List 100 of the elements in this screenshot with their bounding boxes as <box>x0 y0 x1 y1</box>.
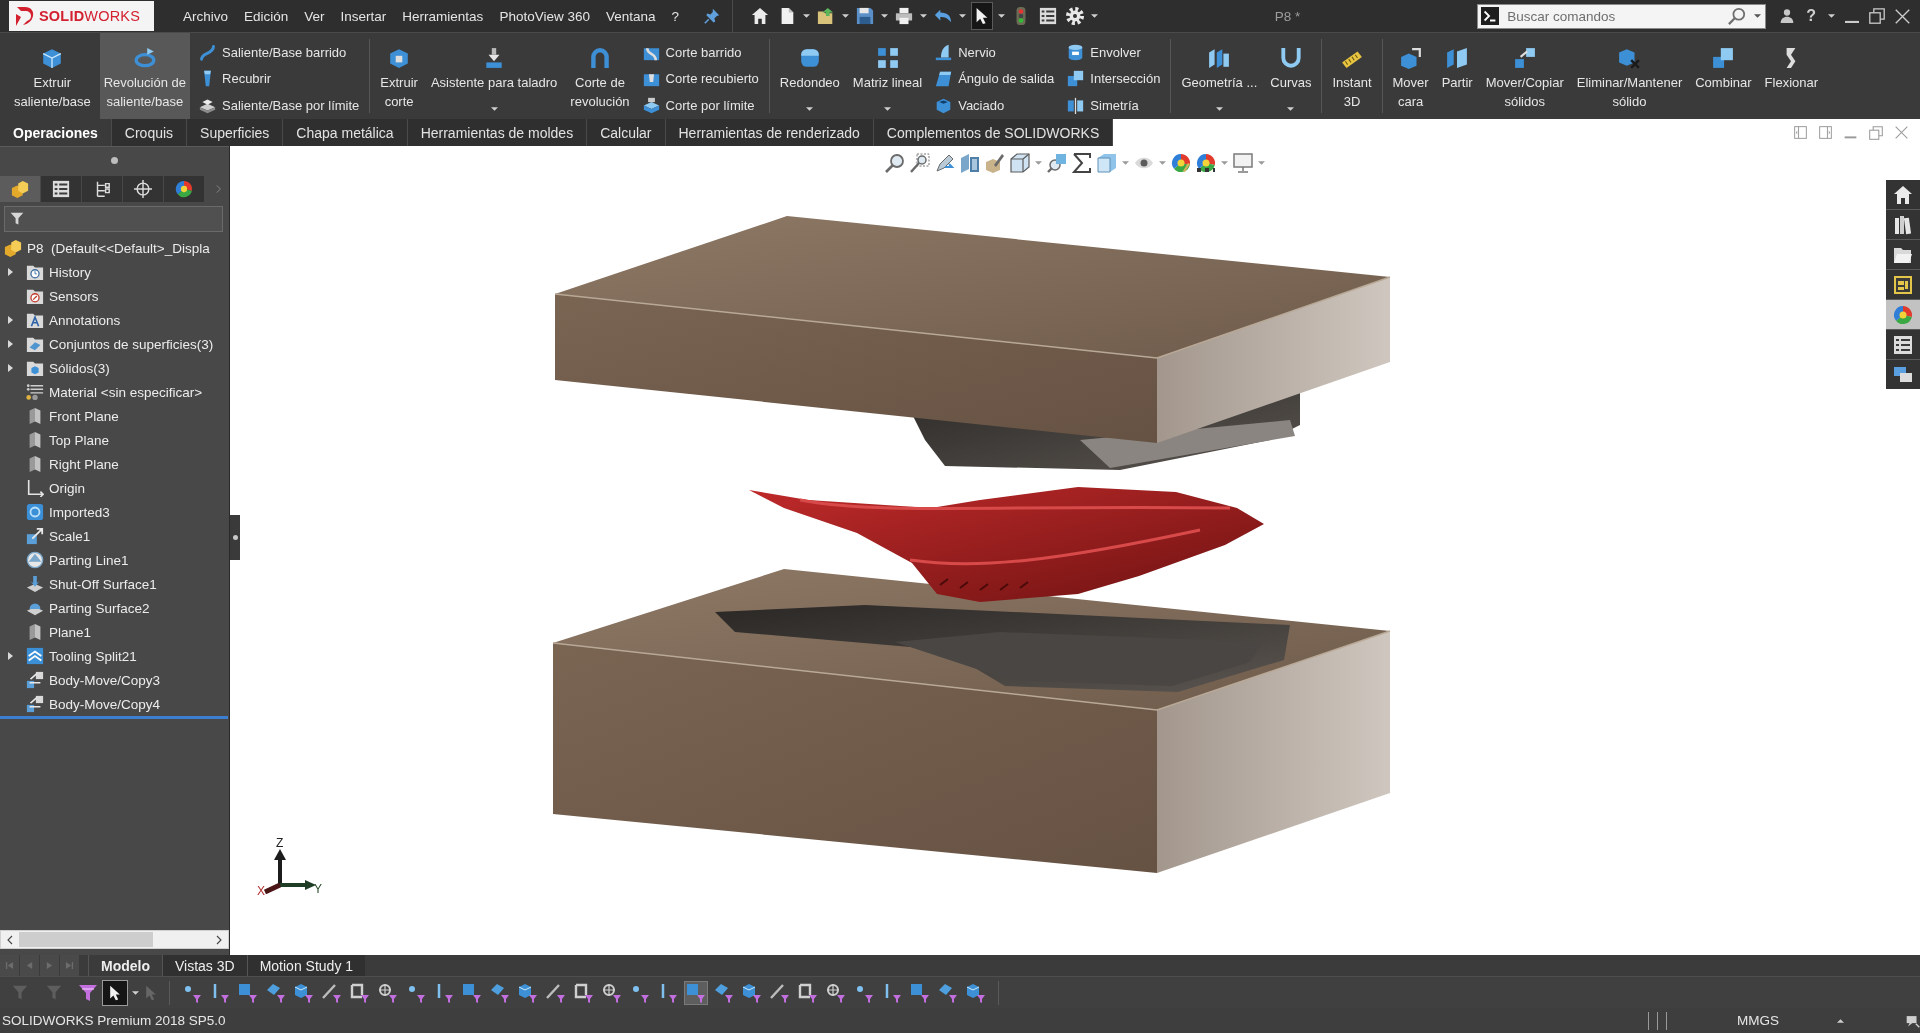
scene-ball-icon[interactable] <box>1196 153 1216 173</box>
ribbon-button[interactable]: Revolución de saliente/base <box>99 33 190 119</box>
menu-item[interactable]: ? <box>663 5 688 27</box>
ribbon-button[interactable]: Saliente/Base por límite <box>195 92 364 119</box>
color-ball-pencil-icon[interactable] <box>1171 153 1191 173</box>
menu-item[interactable]: Ventana <box>597 5 664 27</box>
ribbon-button[interactable]: Simetría <box>1063 92 1165 119</box>
expand-arrow-icon[interactable] <box>8 316 13 324</box>
ribbon-button[interactable]: Recubrir <box>195 65 364 92</box>
tree-item[interactable]: Imported3 <box>26 501 110 523</box>
magnifier-icon[interactable] <box>885 153 905 173</box>
caret-icon[interactable] <box>1837 1018 1844 1023</box>
caret-icon[interactable] <box>920 14 928 18</box>
caret-icon[interactable] <box>1287 107 1295 111</box>
ribbon-button[interactable]: Ángulo de salida <box>931 65 1059 92</box>
ribbon-button[interactable]: Intersección <box>1063 65 1165 92</box>
menu-item[interactable]: Ver <box>296 5 333 27</box>
horizontal-scrollbar[interactable] <box>0 930 229 949</box>
caret-icon[interactable] <box>959 14 967 18</box>
expand-arrow-icon[interactable] <box>8 364 13 372</box>
task-pane-tab[interactable] <box>1886 330 1920 359</box>
tree-item[interactable]: Tooling Split21 <box>26 645 137 667</box>
model-tab[interactable]: Motion Study 1 <box>246 955 366 976</box>
tree-item[interactable]: Body-Move/Copy3 <box>26 669 161 691</box>
ribbon-button[interactable]: Corte de revolución <box>566 33 634 119</box>
manager-tab[interactable] <box>123 176 163 202</box>
pencil-block-icon[interactable] <box>985 153 1005 173</box>
ribbon-button[interactable]: Flexionar <box>1760 33 1823 119</box>
ribbon-button[interactable]: Combinar <box>1691 33 1756 119</box>
caret-icon[interactable] <box>806 107 814 111</box>
select-button[interactable] <box>102 979 128 1006</box>
caret-icon[interactable] <box>881 14 889 18</box>
scrollbar-thumb[interactable] <box>19 932 153 947</box>
search-field[interactable]: Buscar comandos <box>1477 3 1767 29</box>
toolbar-button[interactable] <box>1064 5 1087 27</box>
search-icon[interactable] <box>1728 7 1747 25</box>
close-icon[interactable] <box>1895 8 1910 24</box>
ribbon-button[interactable]: Mover/Copiar sólidos <box>1481 33 1568 119</box>
help-button[interactable]: ? <box>1804 7 1818 25</box>
menu-item[interactable]: Edición <box>236 5 297 27</box>
menu-item[interactable]: Archivo <box>175 5 236 27</box>
tree-item[interactable]: Sólidos(3) <box>26 357 110 379</box>
ribbon-button[interactable]: Instant 3D <box>1328 33 1376 119</box>
task-pane-tab[interactable] <box>1886 210 1920 239</box>
tree-item[interactable]: Right Plane <box>26 453 119 475</box>
pencil-arrow-icon[interactable] <box>935 153 955 173</box>
ribbon-button[interactable]: Partir <box>1437 33 1477 119</box>
tree-item[interactable]: Annotations <box>26 309 121 331</box>
manager-tab[interactable] <box>164 176 204 202</box>
tree-item[interactable]: History <box>26 261 91 283</box>
caret-icon[interactable] <box>1215 107 1223 111</box>
sigma-icon[interactable] <box>1072 153 1092 173</box>
ribbon-button[interactable]: Curvas <box>1266 33 1316 119</box>
caret-icon[interactable] <box>842 14 850 18</box>
toolbar-button[interactable] <box>971 2 994 30</box>
tree-item[interactable]: Origin <box>26 477 85 499</box>
search-input[interactable]: Buscar comandos <box>1507 5 1721 27</box>
ribbon-tab[interactable]: Operaciones <box>0 119 112 146</box>
sectioned-block-icon[interactable] <box>960 153 980 173</box>
filter-button[interactable] <box>684 980 708 1005</box>
task-pane-tab[interactable] <box>1886 360 1920 389</box>
menu-item[interactable]: Insertar <box>332 5 395 27</box>
ribbon-button[interactable]: Geometría ... <box>1177 33 1262 119</box>
ribbon-button[interactable]: Vaciado <box>931 92 1059 119</box>
manager-tab[interactable] <box>0 176 40 202</box>
funnel-icon[interactable] <box>78 983 98 1002</box>
ribbon-button[interactable]: Corte por límite <box>638 92 763 119</box>
caret-icon[interactable] <box>132 990 139 995</box>
ribbon-button[interactable]: Eliminar/Mantener sólido <box>1572 33 1687 119</box>
expand-arrow-icon[interactable] <box>8 268 13 276</box>
cube-outline-icon[interactable] <box>1010 153 1030 173</box>
units-selector[interactable]: MMGS <box>1737 1013 1779 1028</box>
ribbon-button[interactable]: Extruir saliente/base <box>10 33 95 119</box>
magnifier-dashed-icon[interactable] <box>910 153 930 173</box>
ribbon-button[interactable]: Corte recubierto <box>638 65 763 92</box>
ribbon-button[interactable]: Saliente/Base barrido <box>195 39 364 66</box>
caret-icon[interactable] <box>1091 14 1099 18</box>
tree-item[interactable]: Top Plane <box>26 429 110 451</box>
ribbon-button[interactable]: Extruir corte <box>376 33 422 119</box>
ribbon-button[interactable]: Redondeo <box>775 33 844 119</box>
ribbon-button[interactable]: Asistente para taladro <box>426 33 562 119</box>
manager-tab[interactable] <box>41 176 81 202</box>
magnifier-square-icon[interactable] <box>1047 153 1067 173</box>
caret-icon[interactable] <box>884 107 891 111</box>
tree-item[interactable]: Material <sin especificar> <box>26 381 203 403</box>
user-icon[interactable] <box>1780 7 1795 25</box>
message-icon[interactable] <box>1906 1013 1920 1028</box>
filter-field[interactable] <box>4 206 223 232</box>
tree-item[interactable]: Scale1 <box>26 525 91 547</box>
ribbon-button[interactable]: Nervio <box>931 39 1059 66</box>
tree-item[interactable]: P8 (Default<<Default>_Displa <box>4 237 210 259</box>
grip-dot-icon[interactable] <box>111 157 118 164</box>
expand-arrow-icon[interactable] <box>8 340 13 348</box>
task-pane-tab[interactable] <box>1886 240 1920 269</box>
caret-icon[interactable] <box>998 14 1006 18</box>
tree-item[interactable]: Front Plane <box>26 405 119 427</box>
ribbon-button[interactable]: Mover cara <box>1388 33 1433 119</box>
ribbon-button[interactable]: Matriz lineal <box>848 33 927 119</box>
tree-item[interactable]: Sensors <box>26 285 99 307</box>
monitor-icon[interactable] <box>1233 153 1253 173</box>
